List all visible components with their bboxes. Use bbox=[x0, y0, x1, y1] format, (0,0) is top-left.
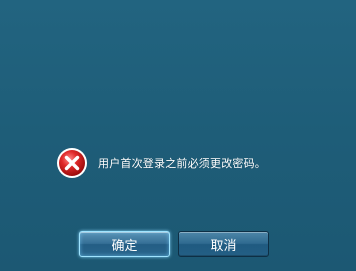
logon-screen: 用户首次登录之前必须更改密码。 确定 取消 bbox=[0, 0, 356, 271]
error-message-text: 用户首次登录之前必须更改密码。 bbox=[98, 157, 266, 170]
error-message-row: 用户首次登录之前必须更改密码。 bbox=[56, 147, 266, 179]
cancel-button[interactable]: 取消 bbox=[178, 231, 269, 257]
ok-button[interactable]: 确定 bbox=[79, 231, 170, 257]
error-icon bbox=[57, 148, 87, 178]
